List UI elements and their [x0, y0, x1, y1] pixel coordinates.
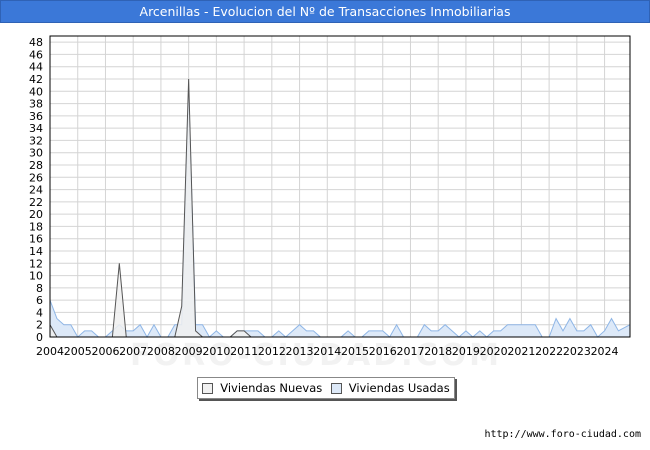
legend-swatch-usadas — [330, 382, 342, 394]
y-tick-label: 14 — [29, 245, 43, 258]
x-tick-label: 2006 — [91, 345, 119, 358]
y-tick-label: 40 — [29, 85, 43, 98]
x-tick-label: 2004 — [36, 345, 64, 358]
source-url: http://www.foro-ciudad.com — [484, 429, 641, 440]
y-tick-label: 18 — [29, 220, 43, 233]
legend-swatch-nuevas — [202, 382, 214, 394]
x-tick-label: 2015 — [341, 345, 369, 358]
x-tick-label: 2010 — [202, 345, 230, 358]
legend-item-usadas: Viviendas Usadas — [330, 381, 450, 395]
y-tick-label: 8 — [36, 282, 43, 295]
y-tick-label: 34 — [29, 122, 43, 135]
x-tick-label: 2021 — [507, 345, 535, 358]
y-tick-label: 28 — [29, 159, 43, 172]
chart-page: Arcenillas - Evolucion del Nº de Transac… — [0, 0, 650, 450]
legend-label-nuevas: Viviendas Nuevas — [220, 381, 323, 395]
y-tick-label: 46 — [29, 48, 43, 61]
x-tick-label: 2007 — [119, 345, 147, 358]
legend-item-nuevas: Viviendas Nuevas — [202, 381, 322, 395]
x-tick-label: 2024 — [591, 345, 619, 358]
x-tick-label: 2016 — [369, 345, 397, 358]
y-tick-label: 26 — [29, 171, 43, 184]
y-tick-label: 12 — [29, 257, 43, 270]
y-tick-label: 22 — [29, 196, 43, 209]
legend-label-usadas: Viviendas Usadas — [348, 381, 450, 395]
y-tick-label: 10 — [29, 270, 43, 283]
plot-area — [50, 36, 630, 337]
y-tick-label: 30 — [29, 147, 43, 160]
x-tick-label: 2013 — [286, 345, 314, 358]
x-tick-label: 2012 — [258, 345, 286, 358]
y-tick-label: 44 — [29, 61, 43, 74]
y-tick-label: 32 — [29, 134, 43, 147]
x-tick-label: 2019 — [452, 345, 480, 358]
y-tick-label: 0 — [36, 331, 43, 344]
y-tick-label: 20 — [29, 208, 43, 221]
x-tick-label: 2020 — [480, 345, 508, 358]
y-tick-label: 6 — [36, 294, 43, 307]
x-tick-label: 2005 — [64, 345, 92, 358]
x-tick-label: 2022 — [535, 345, 563, 358]
legend: Viviendas Nuevas Viviendas Usadas — [197, 377, 455, 399]
y-tick-label: 48 — [29, 36, 43, 49]
x-tick-label: 2008 — [147, 345, 175, 358]
y-tick-label: 42 — [29, 73, 43, 86]
y-tick-label: 24 — [29, 184, 43, 197]
y-tick-label: 2 — [36, 319, 43, 332]
y-tick-label: 36 — [29, 110, 43, 123]
y-tick-label: 38 — [29, 98, 43, 111]
x-tick-label: 2011 — [230, 345, 258, 358]
y-tick-label: 4 — [36, 306, 43, 319]
x-tick-label: 2023 — [563, 345, 591, 358]
x-tick-label: 2014 — [313, 345, 341, 358]
y-tick-label: 16 — [29, 233, 43, 246]
x-tick-label: 2017 — [396, 345, 424, 358]
x-tick-label: 2009 — [175, 345, 203, 358]
x-tick-label: 2018 — [424, 345, 452, 358]
